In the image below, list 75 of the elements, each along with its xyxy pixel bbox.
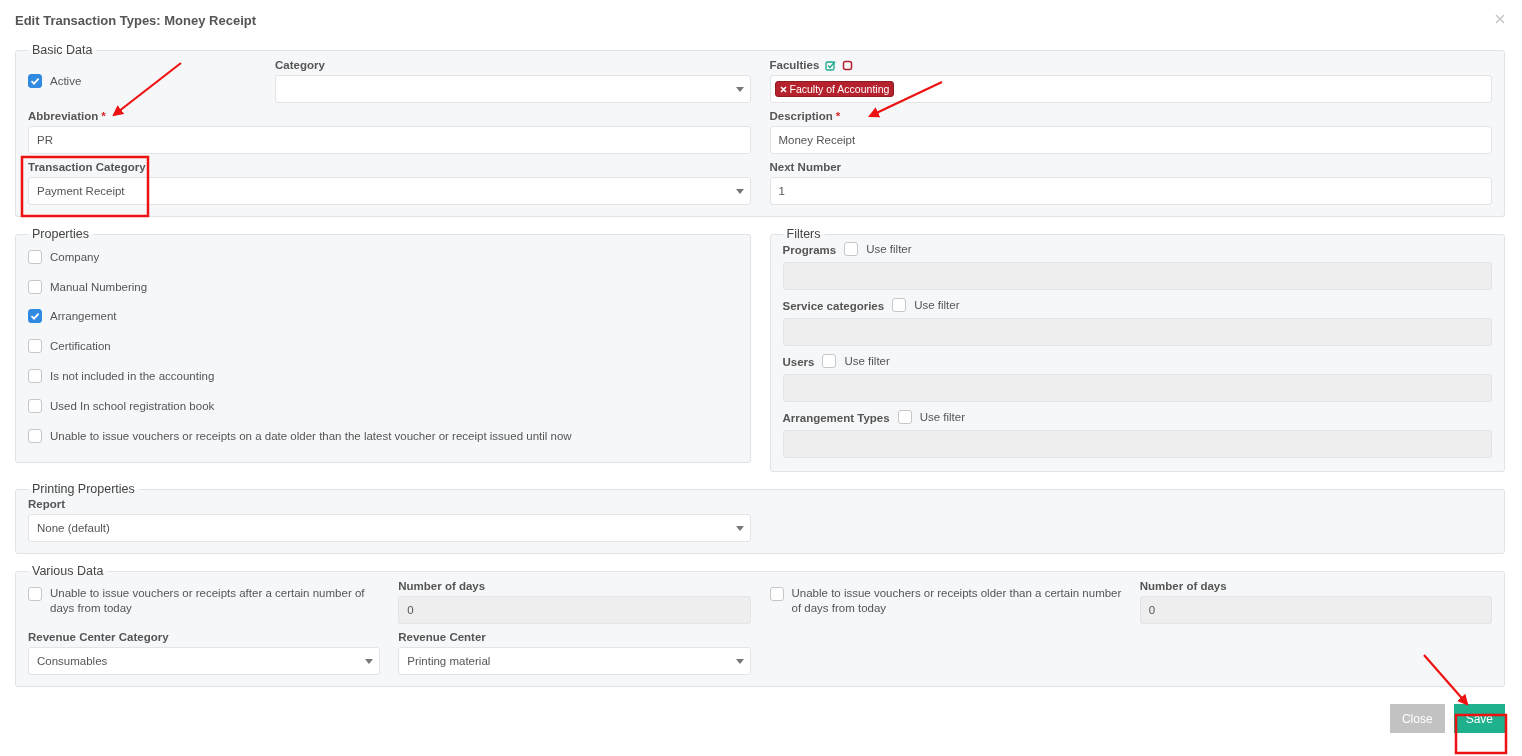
field-label: Number of days bbox=[398, 579, 487, 593]
checkbox-label: Use filter bbox=[844, 355, 890, 367]
annotation-arrow bbox=[1423, 654, 1469, 706]
checkbox[interactable] bbox=[897, 410, 912, 424]
annotation-arrow bbox=[112, 62, 182, 117]
checkbox[interactable] bbox=[28, 369, 42, 384]
field-label: Arrangement Types bbox=[782, 410, 890, 425]
required-mark: * bbox=[101, 109, 106, 123]
checkbox-label: Unable to issue vouchers or receipts older than a certain number of days from today bbox=[791, 586, 1122, 616]
checkbox-label: Arrangement bbox=[50, 310, 117, 323]
remove-icon[interactable] bbox=[779, 85, 787, 93]
category-select[interactable] bbox=[275, 75, 751, 103]
field-label: Revenue Center bbox=[398, 630, 487, 644]
checkbox-label: Active bbox=[50, 75, 82, 87]
checkbox[interactable] bbox=[28, 309, 42, 324]
section-legend: Basic Data bbox=[28, 42, 97, 58]
checkbox[interactable] bbox=[769, 587, 784, 601]
checkbox[interactable] bbox=[28, 74, 42, 88]
section-legend: Properties bbox=[28, 226, 93, 242]
field-label: Faculties bbox=[769, 58, 820, 72]
field-label: Next Number bbox=[769, 160, 843, 174]
caret-icon bbox=[365, 659, 374, 664]
checkbox-label: Use filter bbox=[919, 411, 966, 423]
section-legend: Filters bbox=[782, 226, 825, 242]
checkbox-label: Manual Numbering bbox=[50, 280, 148, 293]
checkbox[interactable] bbox=[28, 249, 42, 264]
checkbox-label: Unable to issue vouchers or receipts after a certain number of days from today bbox=[50, 586, 366, 616]
abbreviation-input[interactable]: PR bbox=[28, 126, 751, 154]
highlight-frame bbox=[1454, 713, 1508, 755]
field-label: Revenue Center Category bbox=[28, 630, 170, 644]
checkbox[interactable] bbox=[844, 242, 859, 256]
field-label: Programs bbox=[782, 242, 837, 257]
checkbox-label: Is not included in the accounting bbox=[50, 370, 215, 383]
close-icon[interactable] bbox=[1495, 14, 1505, 24]
caret-icon bbox=[735, 189, 744, 194]
revenue-center-category-select[interactable]: Consumables bbox=[28, 647, 381, 675]
checkbox[interactable] bbox=[28, 279, 42, 294]
field-label: Number of days bbox=[1139, 579, 1228, 593]
caret-icon bbox=[735, 87, 744, 92]
revenue-center-select[interactable]: Printing material bbox=[398, 647, 751, 675]
checkbox-label: Certification bbox=[50, 340, 111, 353]
field-label: Description bbox=[769, 109, 833, 123]
checkbox-label: Company bbox=[50, 250, 100, 263]
checkbox[interactable] bbox=[892, 298, 907, 312]
checkbox-label: Use filter bbox=[866, 243, 912, 255]
dialog-title: Edit Transaction Types: Money Receipt bbox=[15, 13, 257, 28]
checkbox[interactable] bbox=[28, 428, 42, 443]
field-label: Service categories bbox=[782, 298, 885, 313]
transaction-category-select[interactable]: Payment Receipt bbox=[28, 177, 751, 205]
checkbox[interactable] bbox=[822, 354, 837, 368]
field-label: Transaction Category bbox=[28, 160, 147, 174]
checkbox[interactable] bbox=[28, 587, 42, 601]
faculty-tag[interactable]: Faculty of Accounting bbox=[774, 81, 895, 97]
checkbox[interactable] bbox=[28, 339, 42, 354]
report-select[interactable]: None (default) bbox=[28, 514, 751, 542]
checkbox-label: Unable to issue vouchers or receipts on a date older than the latest voucher or receipt issued until now bbox=[50, 429, 572, 442]
faculties-field[interactable]: Faculty of Accounting bbox=[769, 75, 1492, 103]
required-mark: * bbox=[835, 109, 841, 123]
number-of-days-input[interactable]: 0 bbox=[398, 596, 751, 624]
field-label: Category bbox=[275, 58, 326, 72]
section-legend: Various Data bbox=[28, 563, 108, 579]
number-of-days-input[interactable]: 0 bbox=[1139, 596, 1492, 624]
field-label: Abbreviation bbox=[28, 109, 99, 123]
caret-icon bbox=[735, 659, 744, 664]
square-icon[interactable] bbox=[842, 59, 854, 71]
field-label: Report bbox=[28, 497, 67, 511]
field-label: Users bbox=[782, 354, 815, 369]
checkbox-label: Used In school registration book bbox=[50, 399, 215, 412]
section-legend: Printing Properties bbox=[28, 481, 139, 497]
check-square-icon[interactable] bbox=[825, 59, 837, 71]
checkbox-label: Use filter bbox=[914, 299, 960, 311]
next-number-input[interactable]: 1 bbox=[769, 177, 1492, 205]
checkbox[interactable] bbox=[28, 398, 42, 413]
description-input[interactable]: Money Receipt bbox=[769, 126, 1492, 154]
caret-icon bbox=[735, 526, 744, 531]
